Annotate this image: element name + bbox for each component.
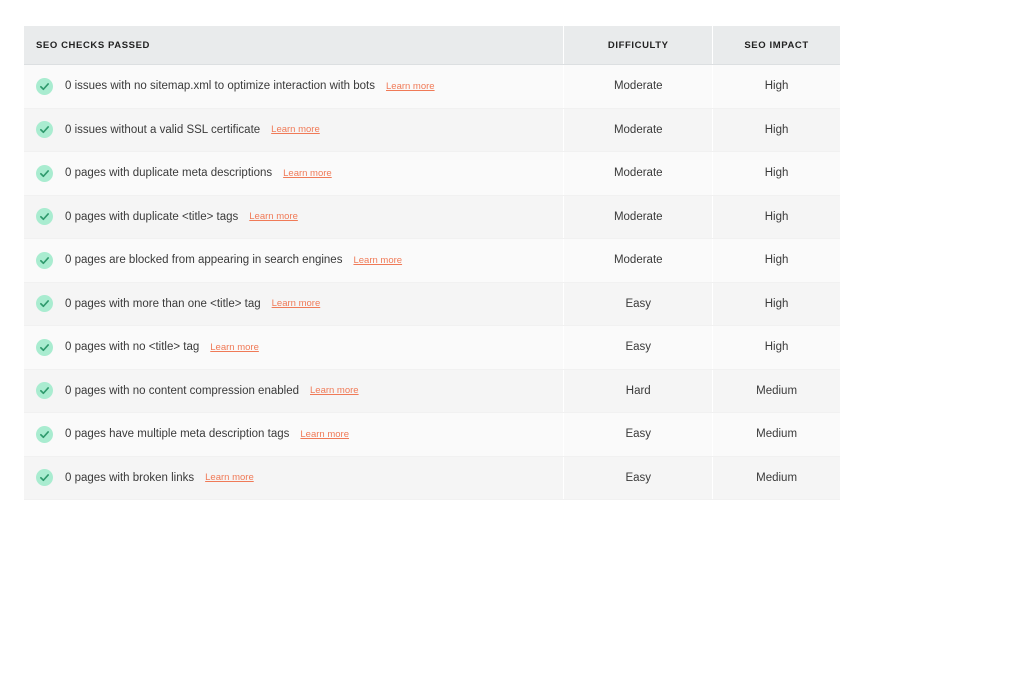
impact-value: High bbox=[764, 167, 789, 180]
table-row: 0 pages with no content compression enab… bbox=[24, 369, 840, 413]
difficulty-value: Easy bbox=[564, 282, 714, 325]
difficulty-value: Easy bbox=[564, 326, 714, 369]
check-cell: 0 pages with broken links Learn more bbox=[24, 456, 565, 499]
check-circle-icon bbox=[36, 208, 53, 226]
impact-value: Medium bbox=[756, 471, 798, 484]
check-description: 0 issues with no sitemap.xml to optimize… bbox=[65, 80, 375, 93]
learn-more-link[interactable]: Learn more bbox=[310, 385, 359, 396]
check-cell: 0 pages with more than one <title> tag L… bbox=[24, 282, 565, 325]
difficulty-value: Easy bbox=[564, 413, 714, 456]
difficulty-value: Easy bbox=[564, 456, 714, 499]
check-circle-icon bbox=[36, 382, 53, 400]
impact-value: High bbox=[764, 210, 789, 223]
check-description: 0 pages are blocked from appearing in se… bbox=[65, 254, 343, 267]
table-row: 0 pages with no <title> tag Learn more E… bbox=[24, 326, 840, 370]
check-description: 0 pages with broken links bbox=[65, 471, 195, 484]
impact-value: High bbox=[764, 341, 789, 354]
table-body: 0 issues with no sitemap.xml to optimize… bbox=[24, 65, 840, 500]
learn-more-link[interactable]: Learn more bbox=[353, 255, 402, 266]
check-circle-icon bbox=[36, 338, 53, 356]
check-description: 0 issues without a valid SSL certificate bbox=[65, 123, 261, 136]
header-difficulty: DIFFICULTY bbox=[564, 26, 714, 64]
impact-value: Medium bbox=[756, 428, 798, 441]
table-row: 0 pages with duplicate <title> tags Lear… bbox=[24, 195, 840, 239]
check-circle-icon bbox=[36, 121, 53, 139]
check-description: 0 pages with duplicate meta descriptions bbox=[65, 167, 273, 180]
table-row: 0 issues with no sitemap.xml to optimize… bbox=[24, 65, 840, 109]
check-circle-icon bbox=[36, 295, 53, 313]
check-circle-icon bbox=[36, 469, 53, 487]
table-row: 0 pages have multiple meta description t… bbox=[24, 413, 840, 457]
learn-more-link[interactable]: Learn more bbox=[272, 298, 321, 309]
learn-more-link[interactable]: Learn more bbox=[210, 342, 259, 353]
learn-more-link[interactable]: Learn more bbox=[249, 211, 298, 222]
check-circle-icon bbox=[36, 164, 53, 182]
learn-more-link[interactable]: Learn more bbox=[300, 429, 349, 440]
table-row: 0 issues without a valid SSL certificate… bbox=[24, 108, 840, 152]
impact-value: High bbox=[764, 123, 789, 136]
impact-value: High bbox=[764, 80, 789, 93]
header-seo-impact: SEO IMPACT bbox=[744, 39, 809, 51]
difficulty-value: Moderate bbox=[564, 195, 714, 238]
check-cell: 0 pages with duplicate <title> tags Lear… bbox=[24, 195, 565, 238]
check-cell: 0 pages are blocked from appearing in se… bbox=[24, 239, 565, 282]
check-cell: 0 pages have multiple meta description t… bbox=[24, 413, 565, 456]
learn-more-link[interactable]: Learn more bbox=[283, 168, 332, 179]
check-cell: 0 issues with no sitemap.xml to optimize… bbox=[24, 65, 565, 108]
check-description: 0 pages with no content compression enab… bbox=[65, 384, 299, 397]
learn-more-link[interactable]: Learn more bbox=[271, 124, 320, 135]
check-cell: 0 issues without a valid SSL certificate… bbox=[24, 108, 565, 151]
learn-more-link[interactable]: Learn more bbox=[386, 81, 435, 92]
check-cell: 0 pages with no <title> tag Learn more bbox=[24, 326, 565, 369]
check-cell: 0 pages with duplicate meta descriptions… bbox=[24, 152, 565, 195]
learn-more-link[interactable]: Learn more bbox=[205, 472, 254, 483]
table-row: 0 pages are blocked from appearing in se… bbox=[24, 239, 840, 283]
impact-value: High bbox=[764, 254, 789, 267]
check-description: 0 pages with no <title> tag bbox=[65, 341, 200, 354]
check-description: 0 pages have multiple meta description t… bbox=[65, 428, 290, 441]
header-seo-checks: SEO CHECKS PASSED bbox=[24, 26, 565, 64]
difficulty-value: Moderate bbox=[564, 152, 714, 195]
check-cell: 0 pages with no content compression enab… bbox=[24, 369, 565, 412]
seo-checks-table: SEO CHECKS PASSED DIFFICULTY SEO IMPACT … bbox=[24, 26, 840, 500]
check-circle-icon bbox=[36, 77, 53, 95]
check-description: 0 pages with duplicate <title> tags bbox=[65, 210, 239, 223]
check-circle-icon bbox=[36, 425, 53, 443]
table-row: 0 pages with duplicate meta descriptions… bbox=[24, 152, 840, 196]
table-header: SEO CHECKS PASSED DIFFICULTY SEO IMPACT bbox=[24, 26, 840, 65]
difficulty-value: Moderate bbox=[564, 108, 714, 151]
impact-value: High bbox=[764, 297, 789, 310]
table-row: 0 pages with broken links Learn more Eas… bbox=[24, 456, 840, 500]
check-circle-icon bbox=[36, 251, 53, 269]
impact-value: Medium bbox=[756, 384, 798, 397]
difficulty-value: Moderate bbox=[564, 239, 714, 282]
difficulty-value: Moderate bbox=[564, 65, 714, 108]
difficulty-value: Hard bbox=[564, 369, 714, 412]
table-row: 0 pages with more than one <title> tag L… bbox=[24, 282, 840, 326]
check-description: 0 pages with more than one <title> tag bbox=[65, 297, 261, 310]
